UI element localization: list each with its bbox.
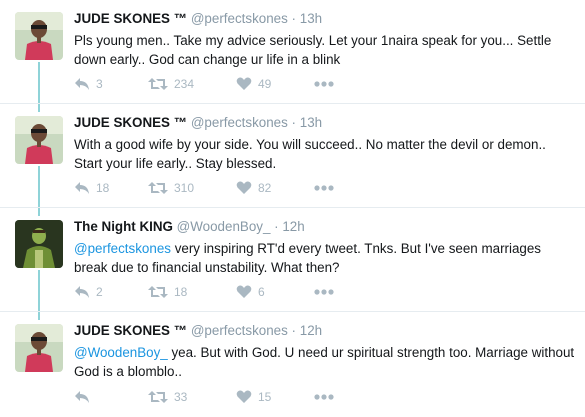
like-count: 82 [258, 181, 272, 195]
avatar[interactable] [15, 12, 63, 60]
display-name[interactable]: The Night KING [74, 219, 173, 234]
more-options-button[interactable] [314, 388, 334, 406]
heart-icon [236, 77, 252, 91]
tweet-text: @perfectskones very inspiring RT'd every… [74, 239, 577, 277]
user-handle[interactable]: @perfectskones [191, 11, 288, 26]
thread-connector-line [38, 312, 40, 320]
timestamp[interactable]: 12h [282, 219, 304, 234]
retweet-button[interactable]: 18 [148, 283, 187, 301]
tweet-header: JUDE SKONES ™ @perfectskones · 13h [74, 10, 577, 28]
like-count: 15 [258, 390, 272, 404]
tweet[interactable]: The Night KING @WoodenBoy_ · 12h @perfec… [0, 208, 585, 312]
reply-arrow-icon [74, 181, 90, 195]
thread-connector-line [38, 270, 40, 312]
mention-link[interactable]: @perfectskones [74, 241, 171, 256]
display-name[interactable]: JUDE SKONES ™ [74, 11, 187, 26]
timestamp[interactable]: 13h [300, 11, 322, 26]
timestamp[interactable]: 13h [300, 115, 322, 130]
retweet-count: 18 [174, 285, 188, 299]
separator-dot: · [291, 115, 297, 130]
like-count: 49 [258, 77, 272, 91]
like-button[interactable]: 49 [236, 75, 271, 93]
thread-connector-line [38, 208, 40, 216]
thread-connector-line [38, 62, 40, 104]
retweet-button[interactable]: 234 [148, 75, 194, 93]
reply-button[interactable]: 3 [74, 75, 103, 93]
more-dots-icon [314, 185, 334, 191]
separator-dot: · [291, 323, 297, 338]
separator-dot: · [274, 219, 279, 234]
like-button[interactable]: 15 [236, 388, 271, 406]
avatar[interactable] [15, 116, 63, 164]
retweet-count: 234 [174, 77, 195, 91]
more-dots-icon [314, 394, 334, 400]
retweet-icon [148, 181, 168, 195]
more-options-button[interactable] [314, 75, 334, 93]
reply-button[interactable] [74, 388, 96, 406]
more-options-button[interactable] [314, 283, 334, 301]
more-dots-icon [314, 81, 334, 87]
tweet[interactable]: JUDE SKONES ™ @perfectskones · 13h With … [0, 104, 585, 208]
retweet-icon [148, 285, 168, 299]
reply-arrow-icon [74, 77, 90, 91]
avatar[interactable] [15, 220, 63, 268]
tweet-actions: 3 234 49 [74, 75, 354, 93]
heart-icon [236, 181, 252, 195]
retweet-button[interactable]: 33 [148, 388, 187, 406]
thread-connector-line [38, 104, 40, 112]
separator-dot: · [291, 11, 297, 26]
user-handle[interactable]: @WoodenBoy_ [177, 219, 271, 234]
tweet-text: @WoodenBoy_ yea. But with God. U need ur… [74, 343, 577, 381]
like-button[interactable]: 6 [236, 283, 265, 301]
tweet[interactable]: JUDE SKONES ™ @perfectskones · 13h Pls y… [0, 0, 585, 104]
tweet-actions: 18 310 82 [74, 179, 354, 197]
heart-icon [236, 390, 252, 404]
reply-button[interactable]: 18 [74, 179, 109, 197]
mention-link[interactable]: @WoodenBoy_ [74, 345, 168, 360]
timestamp[interactable]: 12h [300, 323, 322, 338]
user-handle[interactable]: @perfectskones [191, 323, 288, 338]
display-name[interactable]: JUDE SKONES ™ [74, 115, 187, 130]
retweet-button[interactable]: 310 [148, 179, 194, 197]
user-handle[interactable]: @perfectskones [191, 115, 288, 130]
retweet-count: 33 [174, 390, 188, 404]
tweet-actions: 2 18 6 [74, 283, 354, 301]
like-count: 6 [258, 285, 265, 299]
tweet-header: The Night KING @WoodenBoy_ · 12h [74, 218, 577, 236]
display-name[interactable]: JUDE SKONES ™ [74, 323, 187, 338]
thread-connector-line [38, 166, 40, 208]
reply-button[interactable]: 2 [74, 283, 103, 301]
tweet-text: Pls young men.. Take my advice seriously… [74, 33, 552, 67]
tweet-text: With a good wife by your side. You will … [74, 137, 546, 171]
tweet[interactable]: JUDE SKONES ™ @perfectskones · 12h @Wood… [0, 312, 585, 417]
reply-count: 3 [96, 77, 103, 91]
reply-count: 18 [96, 181, 110, 195]
reply-arrow-icon [74, 285, 90, 299]
retweet-icon [148, 390, 168, 404]
retweet-count: 310 [174, 181, 195, 195]
tweet-header: JUDE SKONES ™ @perfectskones · 13h [74, 114, 577, 132]
reply-count: 2 [96, 285, 103, 299]
avatar[interactable] [15, 324, 63, 372]
heart-icon [236, 285, 252, 299]
tweet-header: JUDE SKONES ™ @perfectskones · 12h [74, 322, 577, 340]
like-button[interactable]: 82 [236, 179, 271, 197]
tweet-actions: 33 15 [74, 388, 354, 406]
retweet-icon [148, 77, 168, 91]
more-dots-icon [314, 289, 334, 295]
more-options-button[interactable] [314, 179, 334, 197]
reply-arrow-icon [74, 390, 90, 404]
